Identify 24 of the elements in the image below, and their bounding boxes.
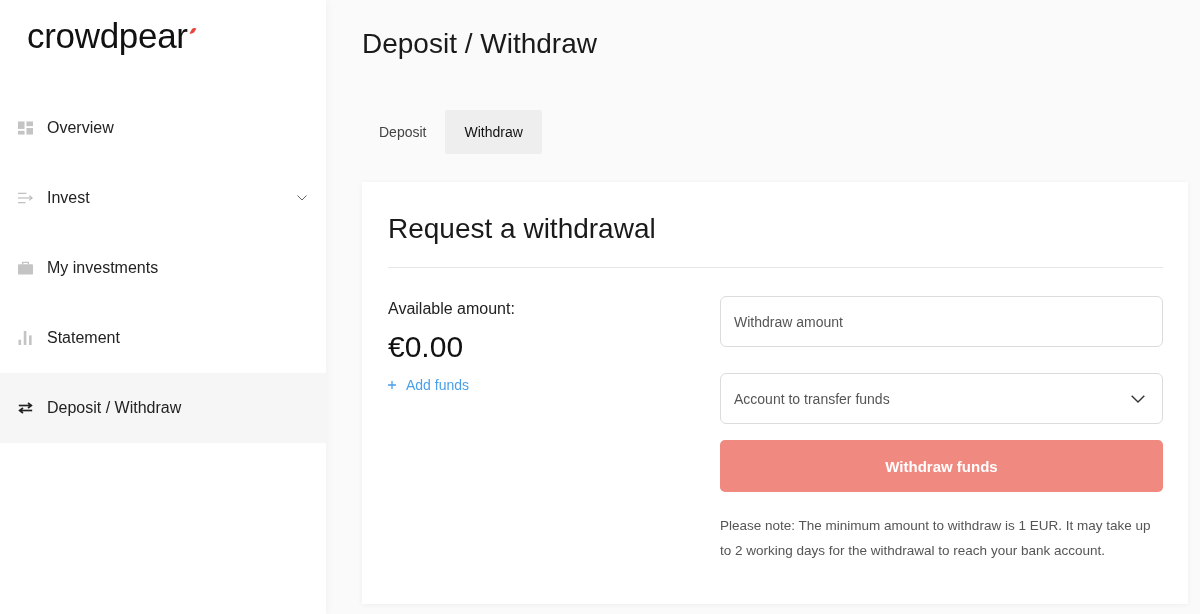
- available-label: Available amount:: [388, 299, 516, 319]
- lines-arrow-icon: [18, 191, 33, 205]
- sidebar-item[interactable]: Overview: [0, 93, 326, 163]
- account-select[interactable]: Account to transfer funds: [720, 373, 1163, 424]
- chevron-down-icon: [297, 195, 307, 201]
- swap-arrows-icon: [18, 401, 33, 415]
- sidebar-item[interactable]: Statement: [0, 303, 326, 373]
- dashboard-icon: [18, 121, 33, 135]
- chevron-down-icon: [1131, 394, 1145, 403]
- page-title: Deposit / Withdraw: [362, 27, 598, 61]
- tab[interactable]: Withdraw: [445, 110, 542, 154]
- briefcase-icon: [18, 261, 33, 275]
- bar-chart-icon: [18, 331, 33, 345]
- sidebar-item[interactable]: My investments: [0, 233, 326, 303]
- logo-text: crowdpear: [27, 15, 188, 57]
- available-amount: €0.00: [388, 329, 465, 365]
- plus-icon: [388, 381, 396, 389]
- leaf-icon: [188, 28, 197, 34]
- note-text: Please note: The minimum amount to withdraw is 1 EUR. It may take up to 2 working days for the withdrawal to reach your bank account.: [720, 517, 1152, 560]
- tab[interactable]: Deposit: [362, 110, 444, 154]
- amount-input[interactable]: Withdraw amount: [720, 296, 1163, 347]
- sidebar-item[interactable]: Deposit / Withdraw: [0, 373, 326, 443]
- sidebar-item[interactable]: Invest: [0, 163, 326, 233]
- card-title: Request a withdrawal: [388, 212, 657, 246]
